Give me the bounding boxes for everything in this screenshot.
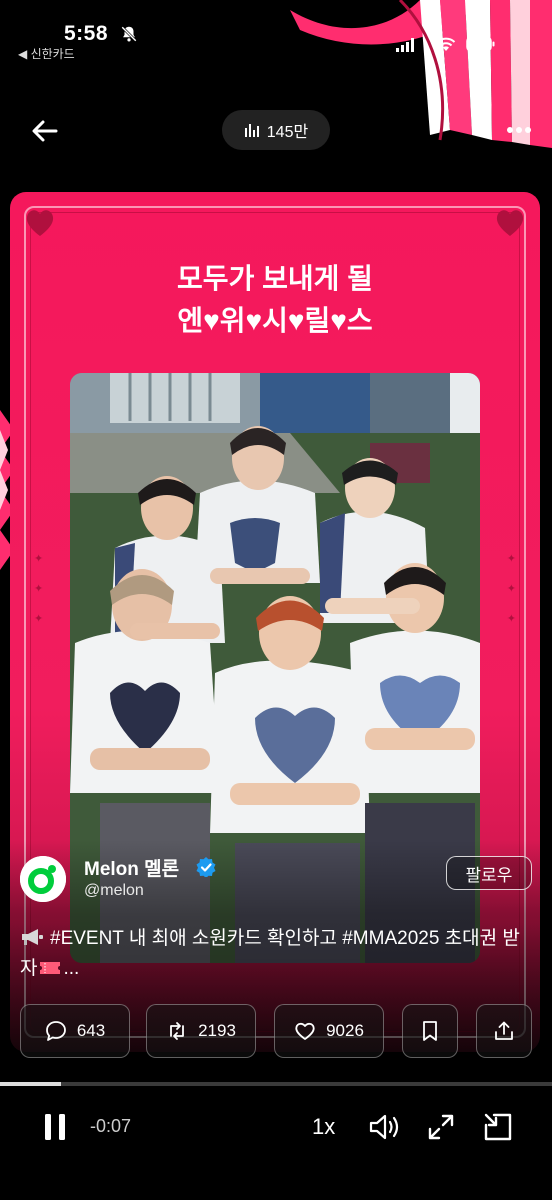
author-name[interactable]: Melon 멜론 — [84, 854, 179, 881]
sparkle-icon: ✦ — [506, 583, 516, 595]
signal-icon — [396, 38, 414, 52]
view-count-pill: 145만 — [222, 110, 330, 150]
sparkle-icon: ✦ — [34, 553, 44, 565]
comment-icon — [45, 1021, 66, 1041]
reply-count: 643 — [76, 1021, 106, 1040]
heart-icon — [496, 210, 524, 236]
heart-outline-icon — [295, 1022, 315, 1040]
sparkle-icon: ✦ — [34, 583, 44, 595]
playback-speed-button[interactable]: 1x — [312, 1114, 335, 1140]
sparkle-icon: ✦ — [506, 613, 516, 625]
heart-icon — [26, 210, 54, 236]
verified-badge-icon — [196, 857, 216, 877]
avatar[interactable] — [20, 856, 66, 902]
share-button[interactable] — [476, 1004, 532, 1058]
fullscreen-icon[interactable] — [426, 1112, 456, 1142]
post-text-ellipsis: ... — [63, 958, 80, 979]
reply-button[interactable]: 643 — [20, 1004, 130, 1058]
sparkle-icon: ✦ — [506, 553, 516, 565]
status-bar: 5:58 ◀ 신한카드 — [0, 0, 552, 70]
like-button[interactable]: 9026 — [274, 1004, 384, 1058]
bell-off-icon — [121, 26, 137, 42]
post-text[interactable]: #EVENT 내 최애 소원카드 확인하고 #MMA2025 초대권 받자 ..… — [20, 924, 532, 984]
share-icon — [495, 1021, 513, 1040]
video-player-controls: -0:07 1x — [0, 1086, 552, 1200]
wifi-icon — [436, 37, 456, 51]
picture-in-picture-icon[interactable] — [482, 1111, 514, 1143]
battery-icon — [466, 36, 495, 52]
pause-icon[interactable] — [40, 1112, 70, 1142]
like-count: 9026 — [326, 1021, 364, 1040]
status-time: 5:58 — [64, 22, 109, 45]
megaphone-icon — [22, 929, 43, 945]
volume-icon[interactable] — [368, 1112, 402, 1142]
back-arrow-button[interactable] — [26, 112, 64, 150]
sparkle-icon: ✦ — [34, 613, 44, 625]
more-options-icon[interactable] — [504, 122, 534, 138]
post-text-body: #EVENT 내 최애 소원카드 확인하고 #MMA2025 초대권 받자 — [20, 928, 520, 979]
time-remaining: -0:07 — [90, 1116, 132, 1136]
back-to-app-link[interactable]: ◀ 신한카드 — [18, 45, 75, 62]
view-count: 145만 — [266, 124, 309, 141]
repost-button[interactable]: 2193 — [146, 1004, 256, 1058]
bookmark-button[interactable] — [402, 1004, 458, 1058]
melon-logo-icon — [20, 856, 66, 902]
repost-count: 2193 — [198, 1021, 236, 1040]
card-title-line2: 엔♥위♥시♥릴♥스 — [177, 305, 373, 336]
card-title-line1: 모두가 보내게 될 — [177, 263, 373, 294]
bar-chart-icon — [244, 124, 259, 137]
repost-icon — [170, 1022, 184, 1040]
follow-button[interactable]: 팔로우 — [446, 856, 532, 890]
author-handle[interactable]: @melon — [84, 882, 144, 900]
bookmark-icon — [423, 1021, 437, 1041]
action-bar: 643 2193 9026 — [20, 1004, 534, 1058]
ticket-icon — [40, 962, 61, 974]
